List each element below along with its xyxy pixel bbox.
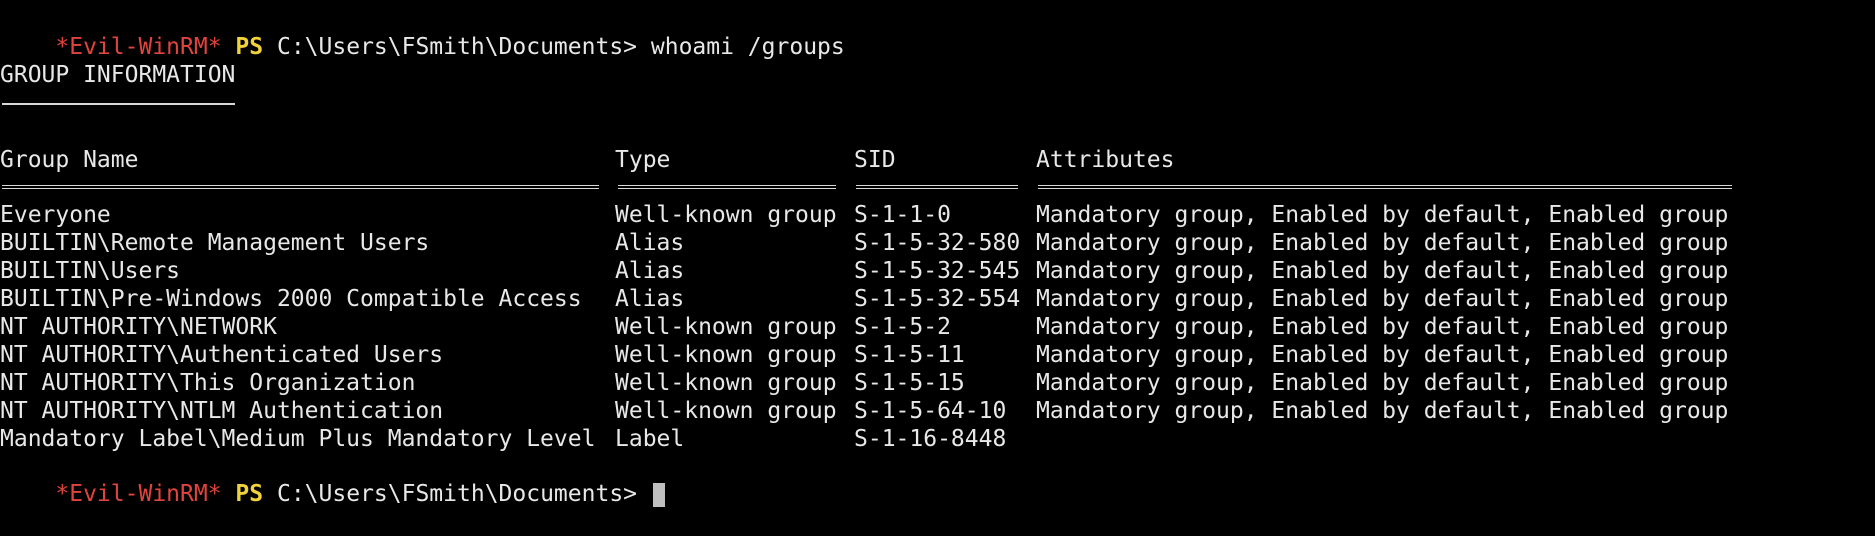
type-cell: Well-known group: [615, 202, 837, 228]
sid-cell: S-1-5-11: [854, 342, 965, 368]
type-cell: Alias: [615, 230, 685, 256]
text-cursor[interactable]: [652, 482, 665, 507]
section-title-underline: [2, 103, 235, 105]
attributes-cell: Mandatory group, Enabled by default, Ena…: [1036, 398, 1729, 424]
type-cell: Alias: [615, 258, 685, 284]
group-name-cell: Mandatory Label\Medium Plus Mandatory Le…: [0, 426, 596, 452]
header-rule-type: [618, 185, 836, 189]
final-prompt-path: C:\Users\FSmith\Documents>: [276, 481, 638, 507]
sid-cell: S-1-5-32-580: [854, 230, 1021, 256]
command-line: *Evil-WinRM* PS C:\Users\FSmith\Document…: [0, 5, 844, 60]
sid-cell: S-1-5-64-10: [854, 398, 1007, 424]
attributes-cell: Mandatory group, Enabled by default, Ena…: [1036, 342, 1729, 368]
command-text: whoami /groups: [650, 34, 845, 60]
attributes-cell: Mandatory group, Enabled by default, Ena…: [1036, 230, 1729, 256]
group-name-cell: BUILTIN\Pre-Windows 2000 Compatible Acce…: [0, 286, 582, 312]
final-prompt-line[interactable]: *Evil-WinRM* PS C:\Users\FSmith\Document…: [0, 452, 665, 507]
header-attributes: Attributes: [1036, 147, 1175, 173]
sid-cell: S-1-5-2: [854, 314, 951, 340]
prompt-path: C:\Users\FSmith\Documents>: [276, 34, 638, 60]
header-group-name: Group Name: [0, 147, 139, 173]
table-row: Mandatory Label\Medium Plus Mandatory Le…: [0, 425, 1875, 453]
sid-cell: S-1-5-15: [854, 370, 965, 396]
header-sid: SID: [854, 147, 896, 173]
type-cell: Label: [615, 426, 685, 452]
table-row: BUILTIN\Users Alias S-1-5-32-545 Mandatory …: [0, 257, 1875, 285]
group-name-cell: NT AUTHORITY\This Organization: [0, 370, 416, 396]
sid-cell: S-1-16-8448: [854, 426, 1007, 452]
header-rule-name: [2, 185, 599, 189]
table-header: Group Name Type SID Attributes: [0, 146, 1875, 174]
header-rule-sid: [856, 185, 1018, 189]
type-cell: Well-known group: [615, 314, 837, 340]
group-name-cell: Everyone: [0, 202, 111, 228]
attributes-cell: Mandatory group, Enabled by default, Ena…: [1036, 258, 1729, 284]
table-row: BUILTIN\Remote Management Users Alias S-1-…: [0, 229, 1875, 257]
header-type: Type: [615, 147, 671, 173]
table-row: NT AUTHORITY\NETWORK Well-known group S-1-…: [0, 313, 1875, 341]
attributes-cell: Mandatory group, Enabled by default, Ena…: [1036, 370, 1729, 396]
table-row: NT AUTHORITY\NTLM Authentication Well-kno…: [0, 397, 1875, 425]
table-row: BUILTIN\Pre-Windows 2000 Compatible Acce…: [0, 285, 1875, 313]
prompt-ps: PS: [235, 34, 264, 60]
type-cell: Well-known group: [615, 398, 837, 424]
type-cell: Well-known group: [615, 370, 837, 396]
final-prompt-ps: PS: [235, 481, 264, 507]
type-cell: Alias: [615, 286, 685, 312]
sid-cell: S-1-5-32-554: [854, 286, 1021, 312]
sid-cell: S-1-1-0: [854, 202, 951, 228]
attributes-cell: Mandatory group, Enabled by default, Ena…: [1036, 286, 1729, 312]
table-row: Everyone Well-known group S-1-1-0 Mandatory…: [0, 201, 1875, 229]
group-name-cell: BUILTIN\Users: [0, 258, 181, 284]
terminal-window[interactable]: *Evil-WinRM* PS C:\Users\FSmith\Document…: [0, 0, 1875, 507]
attributes-cell: Mandatory group, Enabled by default, Ena…: [1036, 202, 1729, 228]
attributes-cell: Mandatory group, Enabled by default, Ena…: [1036, 314, 1729, 340]
group-name-cell: NT AUTHORITY\Authenticated Users: [0, 342, 444, 368]
group-name-cell: NT AUTHORITY\NTLM Authentication: [0, 398, 444, 424]
prompt-tag: *Evil-WinRM*: [55, 34, 222, 60]
table-row: NT AUTHORITY\Authenticated Users Well-kno…: [0, 341, 1875, 369]
section-title: GROUP INFORMATION: [0, 62, 236, 88]
header-rule-attributes: [1038, 185, 1732, 189]
type-cell: Well-known group: [615, 342, 837, 368]
group-name-cell: BUILTIN\Remote Management Users: [0, 230, 430, 256]
table-row: NT AUTHORITY\This Organization Well-known…: [0, 369, 1875, 397]
final-prompt-tag: *Evil-WinRM*: [55, 481, 222, 507]
group-name-cell: NT AUTHORITY\NETWORK: [0, 314, 277, 340]
sid-cell: S-1-5-32-545: [854, 258, 1021, 284]
